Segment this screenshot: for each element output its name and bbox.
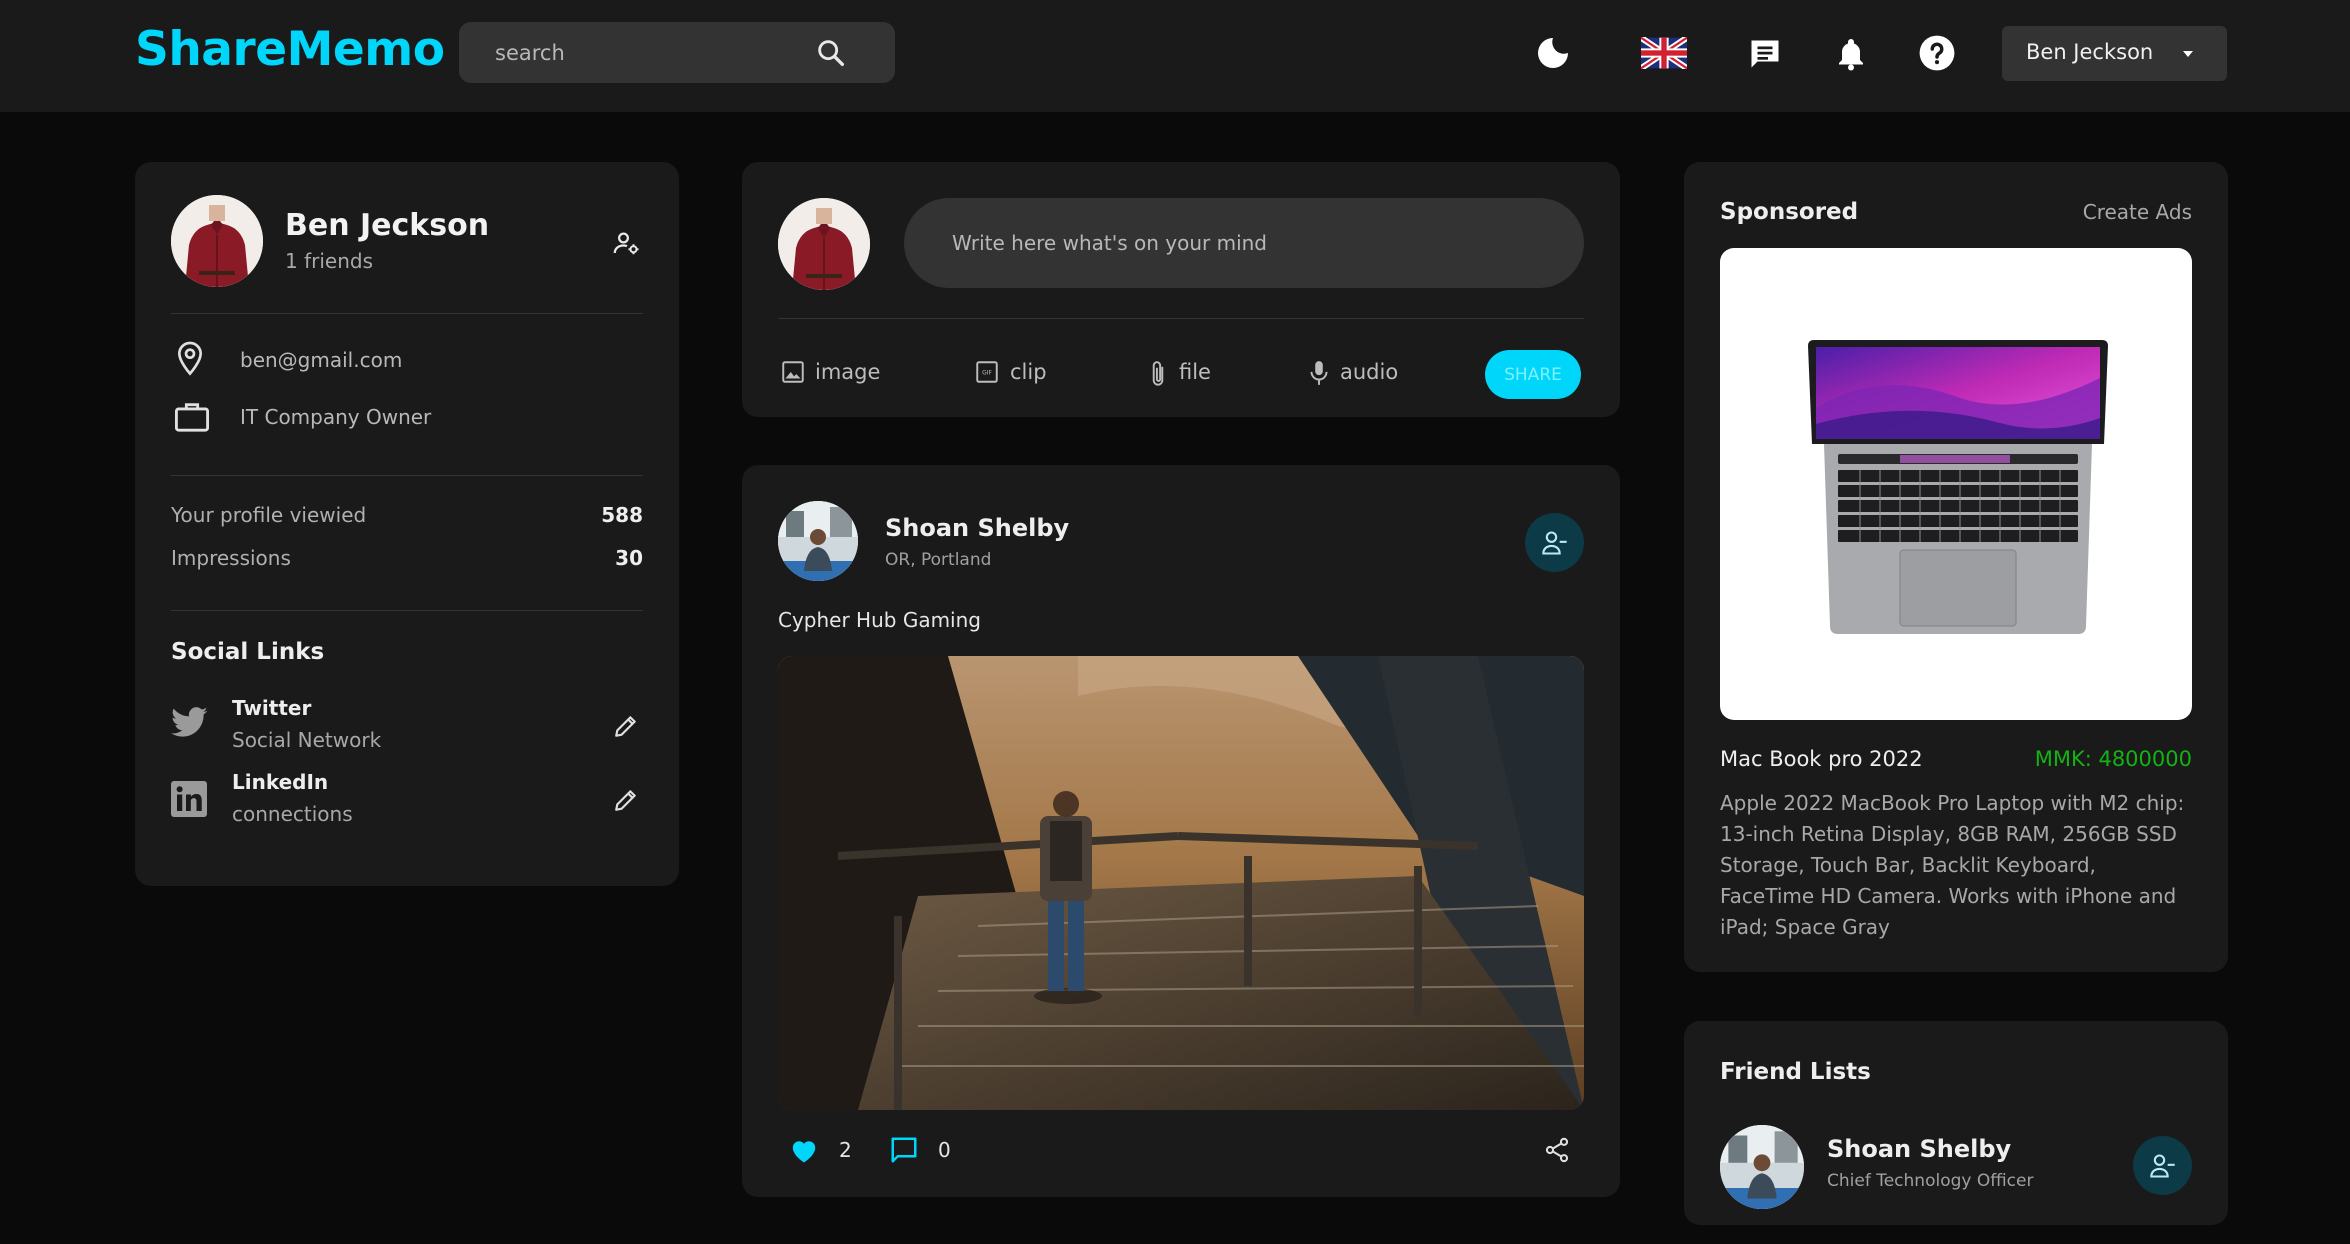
post-text: Cypher Hub Gaming <box>778 608 981 632</box>
post-composer: image GIF clip file audio SHARE <box>742 162 1620 417</box>
social-link-sub: connections <box>232 802 353 826</box>
social-link-name[interactable]: Twitter <box>232 696 311 720</box>
heart-icon[interactable] <box>789 1136 819 1164</box>
top-navbar: ShareMemo Ben Jeckson <box>0 0 2350 112</box>
manage-account-icon[interactable] <box>611 228 641 258</box>
attach-clip-button[interactable]: GIF clip <box>974 354 1054 394</box>
friend-name[interactable]: Shoan Shelby <box>1827 1135 2011 1163</box>
profile-name[interactable]: Ben Jeckson <box>285 208 489 243</box>
linkedin-icon <box>171 781 207 817</box>
edit-pencil-icon[interactable] <box>613 713 639 739</box>
sponsored-card: Sponsored Create Ads Mac Book pro 2022 M… <box>1684 162 2228 972</box>
attach-label: audio <box>1340 360 1399 384</box>
profile-friends-count: 1 friends <box>285 249 373 273</box>
user-dropdown[interactable]: Ben Jeckson <box>2002 26 2227 81</box>
image-icon <box>780 359 806 385</box>
post-author-avatar[interactable] <box>778 501 858 581</box>
paperclip-icon <box>1145 359 1171 389</box>
social-links-title: Social Links <box>171 639 325 665</box>
briefcase-icon <box>173 399 211 433</box>
profile-avatar[interactable] <box>171 195 263 287</box>
profile-occupation: IT Company Owner <box>240 405 432 429</box>
friend-list-title: Friend Lists <box>1720 1059 1871 1085</box>
comment-icon[interactable] <box>889 1135 919 1165</box>
profile-email: ben@gmail.com <box>240 348 403 372</box>
stat-label: Your profile viewied <box>171 503 367 527</box>
post-author-location: OR, Portland <box>885 550 992 570</box>
sponsored-title: Sponsored <box>1720 199 1859 225</box>
ad-product-image[interactable] <box>1720 248 2192 720</box>
gif-icon: GIF <box>974 359 1000 385</box>
post-card: Shoan Shelby OR, Portland Cypher Hub Gam… <box>742 465 1620 1197</box>
remove-friend-button[interactable] <box>2133 1136 2192 1195</box>
post-text-input[interactable] <box>904 198 1584 288</box>
profile-card: Ben Jeckson 1 friends ben@gmail.com IT C… <box>135 162 679 886</box>
logo[interactable]: ShareMemo <box>135 22 445 77</box>
stat-label: Impressions <box>171 546 291 570</box>
post-image[interactable] <box>778 656 1584 1110</box>
help-icon[interactable] <box>1918 34 1956 72</box>
search-icon[interactable] <box>814 36 848 70</box>
edit-pencil-icon[interactable] <box>613 787 639 813</box>
ad-product-name[interactable]: Mac Book pro 2022 <box>1720 747 1923 771</box>
likes-count: 2 <box>839 1138 852 1162</box>
share-button[interactable]: SHARE <box>1485 350 1581 399</box>
divider <box>171 313 643 314</box>
message-icon[interactable] <box>1747 36 1783 72</box>
stat-value: 30 <box>615 546 643 570</box>
location-icon <box>174 340 206 378</box>
remove-friend-button[interactable] <box>1525 513 1584 572</box>
search-input[interactable] <box>495 22 815 83</box>
svg-text:GIF: GIF <box>982 370 992 377</box>
caret-down-icon <box>2180 46 2196 62</box>
comments-count: 0 <box>938 1138 951 1162</box>
moon-icon[interactable] <box>1533 33 1573 73</box>
attach-label: image <box>815 360 881 384</box>
attach-label: file <box>1179 360 1211 384</box>
divider <box>778 318 1584 319</box>
post-author-name[interactable]: Shoan Shelby <box>885 514 1069 542</box>
friend-avatar[interactable] <box>1720 1125 1804 1209</box>
attach-file-button[interactable]: file <box>1145 354 1215 394</box>
stat-value: 588 <box>601 503 643 527</box>
attach-image-button[interactable]: image <box>780 354 880 394</box>
bell-icon[interactable] <box>1833 35 1869 73</box>
composer-avatar[interactable] <box>778 198 870 290</box>
attach-audio-button[interactable]: audio <box>1306 354 1406 394</box>
social-link-sub: Social Network <box>232 728 382 752</box>
ad-product-description: Apple 2022 MacBook Pro Laptop with M2 ch… <box>1720 791 2185 939</box>
attach-label: clip <box>1010 360 1047 384</box>
friend-role: Chief Technology Officer <box>1827 1171 2034 1191</box>
share-icon[interactable] <box>1543 1136 1571 1164</box>
microphone-icon <box>1306 359 1332 387</box>
ad-product-price: MMK: 4800000 <box>2034 747 2192 771</box>
create-ads-link[interactable]: Create Ads <box>2083 200 2192 224</box>
uk-flag-icon[interactable] <box>1641 37 1687 69</box>
twitter-icon <box>171 707 209 739</box>
friend-list-card: Friend Lists Shoan Shelby Chief Technolo… <box>1684 1021 2228 1225</box>
divider <box>171 475 643 476</box>
user-dropdown-value: Ben Jeckson <box>2026 40 2154 64</box>
social-link-name[interactable]: LinkedIn <box>232 770 328 794</box>
divider <box>171 610 643 611</box>
